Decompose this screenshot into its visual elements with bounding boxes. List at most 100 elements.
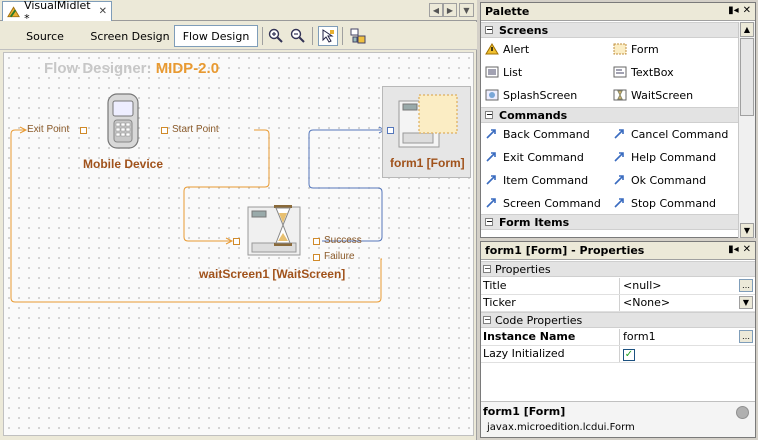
item-label: Form bbox=[631, 42, 659, 56]
help-icon[interactable] bbox=[736, 406, 749, 419]
palette-item-exit-command[interactable]: Exit Command bbox=[485, 148, 584, 166]
mobile-device-icon[interactable] bbox=[104, 93, 142, 149]
select-mode-icon[interactable] bbox=[318, 26, 338, 46]
toolbar-separator bbox=[262, 27, 263, 45]
minimize-panel-icon[interactable]: ▮◂ bbox=[728, 244, 739, 255]
palette-category-screens[interactable]: − Screens bbox=[481, 22, 738, 38]
wait-screen-input-pin[interactable] bbox=[233, 238, 240, 245]
form1-input-pin[interactable] bbox=[387, 127, 394, 134]
properties-title: form1 [Form] - Properties bbox=[485, 244, 645, 257]
scroll-down-icon[interactable]: ▼ bbox=[740, 223, 754, 238]
edit-value-button[interactable]: … bbox=[739, 330, 753, 343]
collapse-icon[interactable]: − bbox=[485, 26, 493, 34]
tab-list-dropdown-icon[interactable]: ▼ bbox=[459, 3, 474, 17]
start-point-pin-label: Start Point bbox=[172, 124, 219, 135]
form1-node[interactable]: form1 [Form] bbox=[382, 86, 471, 178]
palette-item-ok-command[interactable]: Ok Command bbox=[613, 171, 706, 189]
collapse-icon[interactable]: − bbox=[485, 111, 493, 119]
item-label: WaitScreen bbox=[631, 88, 694, 102]
command-icon bbox=[486, 175, 496, 185]
palette-panel: Palette ▮◂ ✕ − Screens Alert Form List T… bbox=[480, 2, 756, 238]
palette-title: Palette bbox=[485, 5, 530, 18]
item-label: TextBox bbox=[631, 65, 674, 79]
property-row-instance-name[interactable]: Instance Name form1 … bbox=[481, 329, 755, 346]
property-key: Lazy Initialized bbox=[483, 347, 565, 360]
textbox-icon bbox=[613, 66, 627, 78]
document-tab-visualmidlet[interactable]: VisualMidlet * ✕ bbox=[2, 0, 112, 25]
collapse-icon[interactable]: − bbox=[483, 316, 491, 324]
form-screen-icon bbox=[398, 94, 458, 148]
palette-item-list[interactable]: List bbox=[485, 63, 522, 81]
title-value-field[interactable]: <null> … bbox=[619, 278, 754, 294]
collapse-icon[interactable]: − bbox=[483, 265, 491, 273]
palette-category-commands[interactable]: − Commands bbox=[481, 107, 738, 123]
palette-item-splashscreen[interactable]: SplashScreen bbox=[485, 86, 577, 104]
close-tab-icon[interactable]: ✕ bbox=[99, 6, 107, 17]
list-icon bbox=[485, 66, 499, 78]
command-icon bbox=[614, 129, 624, 139]
palette-item-cancel-command[interactable]: Cancel Command bbox=[613, 125, 728, 143]
command-icon bbox=[614, 198, 624, 208]
failure-pin-label: Failure bbox=[324, 251, 355, 262]
view-source-button[interactable]: Source bbox=[17, 25, 73, 47]
midlet-file-icon bbox=[7, 5, 20, 17]
edit-value-button[interactable]: … bbox=[739, 279, 753, 292]
mobile-device-label[interactable]: Mobile Device bbox=[83, 157, 163, 171]
document-tab-label: VisualMidlet * bbox=[24, 0, 91, 25]
property-value: form1 bbox=[623, 330, 656, 343]
lazy-initialized-checkbox[interactable]: ✓ bbox=[623, 349, 635, 361]
success-pin[interactable] bbox=[313, 238, 320, 245]
palette-item-help-command[interactable]: Help Command bbox=[613, 148, 716, 166]
palette-body: − Screens Alert Form List TextBox SplashS… bbox=[481, 22, 738, 238]
category-label: Commands bbox=[499, 108, 568, 122]
palette-item-waitscreen[interactable]: WaitScreen bbox=[613, 86, 693, 104]
view-toolbar: Source Screen Design Flow Design bbox=[0, 22, 477, 50]
palette-scrollbar[interactable]: ▲ ▼ bbox=[738, 22, 755, 238]
wait-screen-icon[interactable] bbox=[246, 203, 308, 259]
chevron-down-icon[interactable]: ▼ bbox=[739, 296, 753, 309]
scroll-tabs-right-icon[interactable]: ▶ bbox=[443, 3, 457, 17]
property-row-lazy-initialized[interactable]: Lazy Initialized ✓ bbox=[481, 346, 755, 363]
view-flow-design-button[interactable]: Flow Design bbox=[174, 25, 258, 47]
minimize-panel-icon[interactable]: ▮◂ bbox=[728, 5, 739, 16]
exit-point-pin[interactable] bbox=[80, 127, 87, 134]
wait-screen-label[interactable]: waitScreen1 [WaitScreen] bbox=[199, 267, 345, 281]
properties-section-header[interactable]: − Properties bbox=[481, 261, 755, 277]
start-point-pin[interactable] bbox=[161, 127, 168, 134]
visual-midlet-ide: VisualMidlet * ✕ ◀ ▶ ▼ Source Screen Des… bbox=[0, 0, 758, 440]
layout-icon[interactable] bbox=[348, 26, 368, 46]
failure-pin[interactable] bbox=[313, 254, 320, 261]
scrollbar-thumb[interactable] bbox=[740, 38, 754, 116]
property-key: Title bbox=[483, 279, 507, 292]
palette-category-form-items[interactable]: − Form Items bbox=[481, 214, 738, 230]
item-label: Stop Command bbox=[631, 196, 717, 210]
scroll-tabs-left-icon[interactable]: ◀ bbox=[429, 3, 443, 17]
scroll-up-icon[interactable]: ▲ bbox=[740, 22, 754, 37]
palette-item-stop-command[interactable]: Stop Command bbox=[613, 194, 716, 212]
palette-item-alert[interactable]: Alert bbox=[485, 40, 529, 58]
view-screen-design-button[interactable]: Screen Design bbox=[88, 25, 172, 47]
collapse-icon[interactable]: − bbox=[485, 218, 493, 226]
code-properties-section-header[interactable]: − Code Properties bbox=[481, 312, 755, 328]
palette-item-form[interactable]: Form bbox=[613, 40, 659, 58]
palette-item-screen-command[interactable]: Screen Command bbox=[485, 194, 601, 212]
zoom-out-icon[interactable] bbox=[288, 26, 308, 46]
property-row-ticker[interactable]: Ticker <None> ▼ bbox=[481, 295, 755, 312]
palette-item-back-command[interactable]: Back Command bbox=[485, 125, 590, 143]
instance-name-field[interactable]: form1 … bbox=[619, 329, 754, 345]
ticker-select[interactable]: <None> ▼ bbox=[619, 295, 754, 311]
splashscreen-icon bbox=[485, 89, 499, 101]
item-label: SplashScreen bbox=[503, 88, 578, 102]
close-panel-icon[interactable]: ✕ bbox=[743, 244, 751, 255]
description-title: form1 [Form] bbox=[483, 405, 566, 418]
connection-success-to-form bbox=[308, 129, 385, 242]
palette-item-textbox[interactable]: TextBox bbox=[613, 63, 674, 81]
palette-item-item-command[interactable]: Item Command bbox=[485, 171, 588, 189]
flow-design-canvas[interactable]: Flow Designer: MIDP-2.0 Mobile Device Ex… bbox=[3, 52, 474, 436]
close-panel-icon[interactable]: ✕ bbox=[743, 5, 751, 16]
form-icon bbox=[613, 43, 627, 55]
item-label: Back Command bbox=[503, 127, 590, 141]
property-row-title[interactable]: Title <null> … bbox=[481, 278, 755, 295]
zoom-in-icon[interactable] bbox=[266, 26, 286, 46]
item-label: Ok Command bbox=[631, 173, 707, 187]
